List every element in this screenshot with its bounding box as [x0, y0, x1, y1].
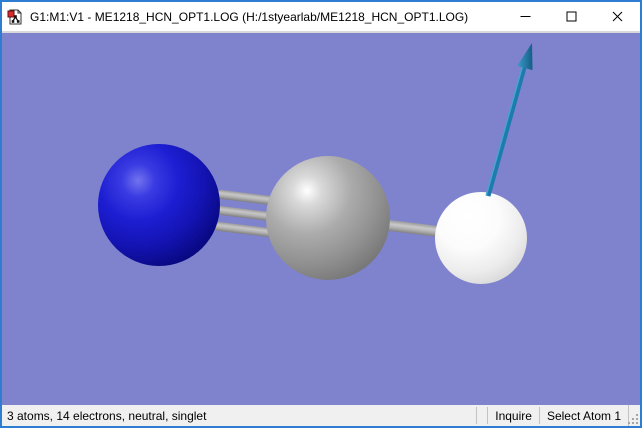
maximize-button[interactable]: [548, 2, 594, 31]
status-bar: 3 atoms, 14 electrons, neutral, singlet …: [2, 405, 640, 426]
window-controls: [502, 2, 640, 31]
status-mode-inquire: Inquire: [487, 407, 539, 424]
dipole-moment-arrow: [485, 43, 533, 197]
gaussview-document-icon: [7, 9, 22, 24]
gaussview-window: G1:M1:V1 - ME1218_HCN_OPT1.LOG (H:/1stye…: [0, 0, 642, 428]
status-select-atom: Select Atom 1: [538, 407, 628, 424]
title-bar[interactable]: G1:M1:V1 - ME1218_HCN_OPT1.LOG (H:/1stye…: [2, 2, 640, 31]
molecule-summary: 3 atoms, 14 electrons, neutral, singlet: [7, 408, 207, 423]
resize-grip[interactable]: [628, 405, 640, 426]
status-cell-empty: [476, 407, 487, 424]
minimize-button[interactable]: [502, 2, 548, 31]
window-title: G1:M1:V1 - ME1218_HCN_OPT1.LOG (H:/1stye…: [30, 9, 469, 24]
molecule-viewport[interactable]: [2, 33, 640, 405]
minimize-icon: [520, 16, 530, 17]
close-icon: [612, 11, 622, 22]
maximize-icon: [566, 11, 576, 22]
close-button[interactable]: [594, 2, 640, 31]
